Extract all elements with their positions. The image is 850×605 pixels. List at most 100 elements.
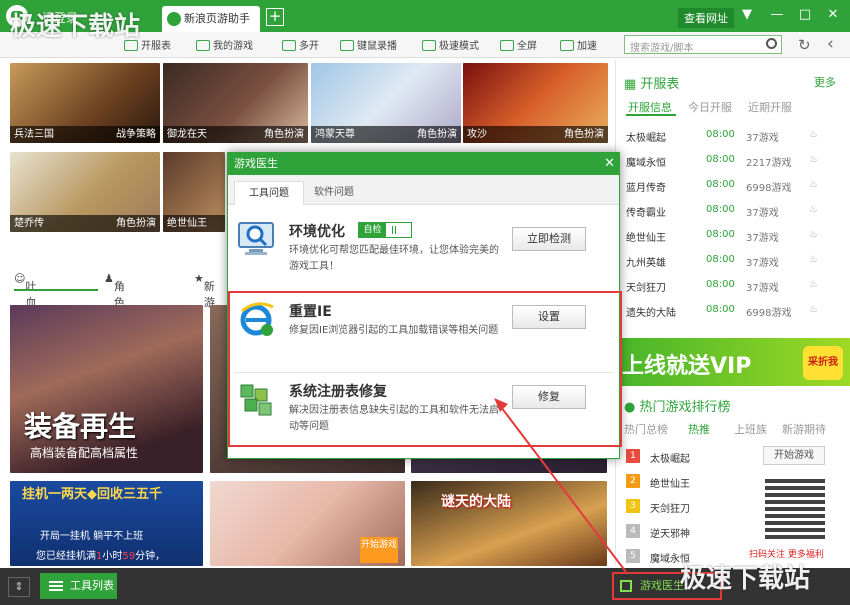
banner-subtitle: 开局一挂机 躺平不上班	[40, 531, 144, 542]
start-game-badge[interactable]: 开始游戏	[360, 537, 398, 563]
dialog-title-bar: 游戏医生 ✕	[228, 153, 619, 175]
env-optimize-section: 环境优化 自检 环境优化可帮您匹配最佳环境，让您体验完美的游戏工具！ 立即检测	[234, 213, 613, 293]
search-placeholder: 搜索游戏/脚本	[630, 43, 694, 54]
detect-now-button[interactable]: 立即检测	[512, 227, 586, 251]
section-title: 系统注册表修复	[289, 384, 387, 400]
expand-toggle-icon[interactable]: ⇕	[8, 577, 30, 597]
game-banner[interactable]: 装备再生 高档装备配高档属性	[10, 305, 203, 473]
search-icon[interactable]	[766, 38, 777, 49]
game-tile[interactable]: 攻沙 角色扮演	[463, 63, 608, 143]
vip-badge: 采折我	[803, 346, 843, 380]
tab-today[interactable]: 今日开服	[688, 99, 732, 115]
back-icon[interactable]: ‹	[827, 34, 834, 54]
tab-tool-problems[interactable]: 工具问题	[234, 181, 304, 205]
game-tile[interactable]: 楚乔传 角色扮演	[10, 152, 160, 232]
game-tile[interactable]: 绝世仙王	[163, 152, 225, 232]
game-banner[interactable]: 谜天的大陆	[411, 481, 607, 566]
right-panel: ▦ 开服表 更多 开服信息 今日开服 近期开服 太极崛起 08:00 37游戏 ♨ 魔…	[615, 60, 850, 565]
banner-title: 谜天的大陆	[441, 494, 511, 510]
toolbar-macro-record[interactable]: 键鼠录播	[340, 37, 397, 52]
tab-role-playing[interactable]: ♟ 角色扮演	[104, 272, 125, 341]
bell-icon: ♨	[809, 279, 818, 290]
settings-button[interactable]: 设置	[512, 305, 586, 329]
bell-icon: ♨	[809, 154, 818, 165]
section-description: 解决因注册表信息缺失引起的工具和软件无法启动等问题	[289, 405, 499, 432]
ie-browser-icon	[240, 302, 274, 336]
section-title: 重置IE	[289, 304, 332, 320]
monitor-search-icon	[238, 222, 274, 255]
bell-icon: ♨	[809, 254, 818, 265]
add-tab-button[interactable]: +	[266, 8, 284, 26]
bell-icon: ♨	[809, 204, 818, 215]
refresh-icon[interactable]: ↻	[798, 36, 811, 54]
registry-blocks-icon	[240, 384, 272, 416]
server-row[interactable]: 遗失的大陆 08:00 6998游戏 ♨	[626, 298, 836, 323]
server-row[interactable]: 天剑狂刀 08:00 37游戏 ♨	[626, 273, 836, 298]
banner-subtitle: 高档装备配高档属性	[30, 446, 139, 460]
toolbar-fullscreen[interactable]: 全屏	[500, 37, 537, 52]
dialog-title: 游戏医生	[234, 157, 278, 170]
list-icon	[49, 581, 63, 591]
server-row[interactable]: 魔域永恒 08:00 2217游戏 ♨	[626, 148, 836, 173]
tool-list-button[interactable]: 工具列表	[40, 573, 117, 599]
game-tile[interactable]: 鸿蒙天尊 角色扮演	[311, 63, 461, 143]
server-row[interactable]: 太极崛起 08:00 37游戏 ♨	[626, 123, 836, 148]
tab-label: 新浪页游助手	[184, 12, 250, 25]
maximize-icon[interactable]: □	[796, 7, 814, 22]
bell-icon: ♨	[809, 229, 818, 240]
tab-hot-push[interactable]: 热推	[688, 421, 710, 437]
category-tabs: ☺ 吐血推荐 ♟ 角色扮演 ★ 新游	[10, 266, 230, 341]
tab-logo-icon	[167, 12, 181, 26]
server-row[interactable]: 蓝月传奇 08:00 6998游戏 ♨	[626, 173, 836, 198]
game-tile[interactable]: 兵法三国 战争策略	[10, 63, 160, 143]
tab-recent[interactable]: 近期开服	[748, 99, 792, 115]
bell-icon: ♨	[809, 304, 818, 315]
tab-new-expected[interactable]: 新游期待	[782, 421, 826, 437]
section-description: 修复因IE浏览器引起的工具加载错误等相关问题	[289, 325, 499, 336]
tab-new-games[interactable]: ★ 新游	[194, 272, 215, 309]
section-title: 环境优化	[289, 224, 345, 240]
start-game-button[interactable]: 开始游戏	[763, 446, 825, 465]
dialog-close-icon[interactable]: ✕	[604, 153, 615, 175]
repair-button[interactable]: 修复	[512, 385, 586, 409]
idle-timer-text: 您已经挂机满1小时59分钟，	[36, 551, 166, 562]
tab-server-info[interactable]: 开服信息	[628, 99, 672, 115]
fullscreen-icon	[500, 40, 514, 51]
tab-software-problems[interactable]: 软件问题	[300, 181, 368, 205]
game-banner[interactable]: 开始游戏	[210, 481, 405, 566]
section-description: 环境优化可帮您匹配最佳环境，让您体验完美的游戏工具！	[289, 245, 499, 272]
server-row[interactable]: 绝世仙王 08:00 37游戏 ♨	[626, 223, 836, 248]
tab-office[interactable]: 上班族	[734, 421, 767, 437]
game-banner[interactable]: 挂机一两天◆回收三五千 开局一挂机 躺平不上班 您已经挂机满1小时59分钟，	[10, 481, 203, 566]
vip-banner[interactable]: 上线就送VIP 采折我	[616, 338, 850, 386]
active-tab-underline	[14, 289, 98, 291]
doctor-icon	[620, 580, 632, 592]
toolbar-accelerate[interactable]: 加速	[560, 37, 597, 52]
tab-recommended[interactable]: ☺ 吐血推荐	[14, 272, 36, 341]
toolbar-multi-open[interactable]: 多开	[282, 37, 319, 52]
server-row[interactable]: 传奇霸业 08:00 37游戏 ♨	[626, 198, 836, 223]
more-link[interactable]: 更多	[814, 74, 836, 90]
minimize-icon[interactable]: —	[768, 7, 786, 22]
reset-ie-section: 重置IE 修复因IE浏览器引起的工具加载错误等相关问题 设置	[234, 293, 613, 373]
self-check-toggle[interactable]: 自检	[358, 222, 412, 238]
game-tile[interactable]: 御龙在天 角色扮演	[163, 63, 308, 143]
view-site-button[interactable]: 查看网址	[678, 8, 734, 28]
dropdown-menu-icon[interactable]: ▼	[738, 7, 756, 22]
active-tab-underline	[626, 114, 676, 116]
server-row[interactable]: 九州英雄 08:00 37游戏 ♨	[626, 248, 836, 273]
search-input[interactable]: 搜索游戏/脚本	[624, 35, 782, 54]
tab-hot-overall[interactable]: 热门总榜	[624, 421, 668, 437]
registry-repair-section: 系统注册表修复 解决因注册表信息缺失引起的工具和软件无法启动等问题 修复	[234, 373, 613, 453]
toolbar-speed-mode[interactable]: 极速模式	[422, 37, 479, 52]
server-table-title: ▦ 开服表	[624, 77, 680, 92]
banner-title: 装备再生	[24, 410, 137, 443]
toolbar-my-games[interactable]: 我的游戏	[196, 37, 253, 52]
dialog-tabs: 工具问题 软件问题	[228, 175, 619, 205]
tab-sina-game-assistant[interactable]: 新浪页游助手	[162, 6, 260, 32]
game-doctor-dialog: 游戏医生 ✕ 工具问题 软件问题 环境优化 自检 环境优化可帮您匹配最佳环境，让…	[227, 152, 620, 459]
keyboard-icon	[340, 40, 354, 51]
user-icon	[282, 40, 296, 51]
close-window-icon[interactable]: ✕	[824, 7, 842, 22]
rank-title: ● 热门游戏排行榜	[624, 400, 731, 415]
